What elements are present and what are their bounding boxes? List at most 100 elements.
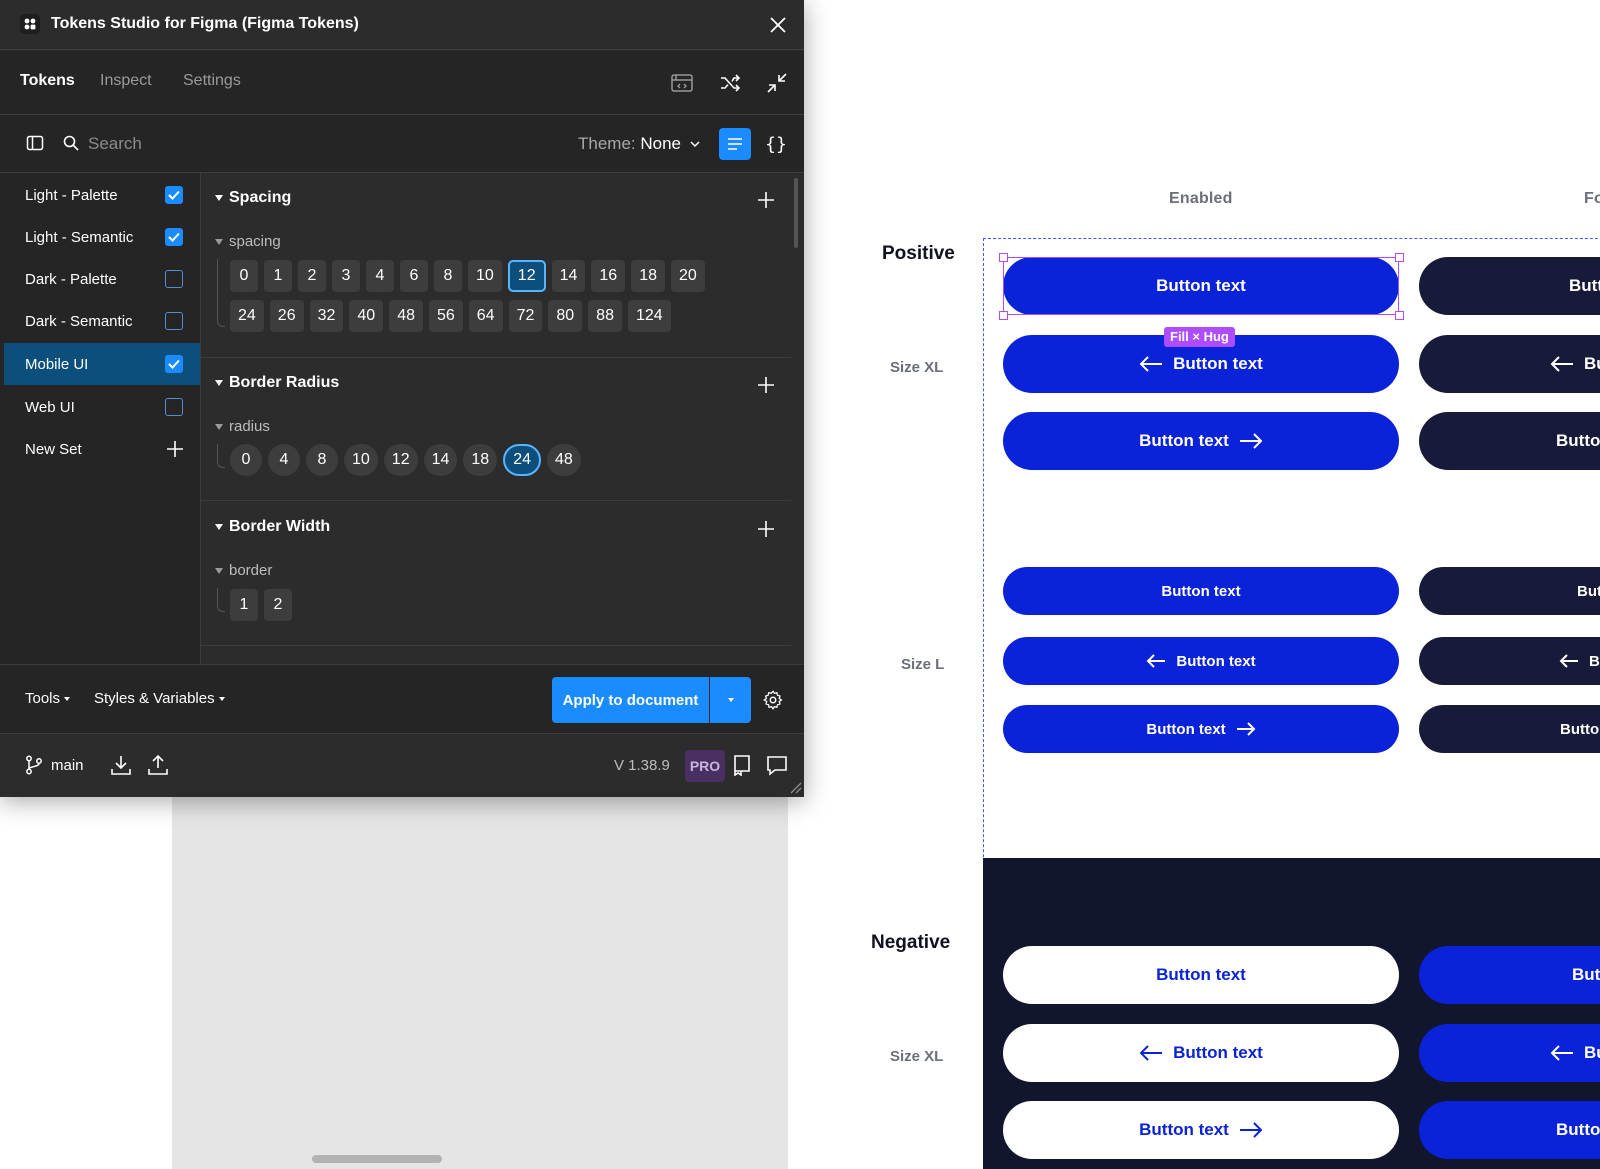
close-icon[interactable] — [767, 14, 789, 36]
plus-icon[interactable] — [756, 519, 776, 539]
token-chip[interactable]: 80 — [548, 300, 583, 332]
subgroup-spacing[interactable]: spacing — [215, 233, 281, 250]
branch-selector[interactable]: main — [25, 755, 84, 775]
token-chip[interactable]: 6 — [400, 260, 428, 292]
resize-handle[interactable] — [1395, 311, 1404, 320]
token-chip[interactable]: 0 — [230, 444, 262, 476]
button-negative-xl-focus-icon-right[interactable]: Butto — [1419, 1101, 1600, 1159]
button-negative-xl-focus[interactable]: Butt — [1419, 946, 1600, 1004]
styles-variables-dropdown[interactable]: Styles & Variables — [94, 690, 225, 707]
token-chip[interactable]: 4 — [268, 444, 300, 476]
set-checkbox[interactable] — [165, 228, 183, 246]
group-header-spacing[interactable]: Spacing — [215, 189, 291, 207]
set-item-mobile-ui[interactable]: Mobile UI — [4, 343, 200, 385]
button-negative-xl-focus-icon-left[interactable]: Bu — [1419, 1024, 1600, 1082]
tab-tokens[interactable]: Tokens — [20, 72, 75, 90]
tab-settings[interactable]: Settings — [183, 72, 241, 90]
token-chip[interactable]: 18 — [631, 260, 665, 292]
group-header-border-radius[interactable]: Border Radius — [215, 374, 339, 392]
token-chip[interactable]: 56 — [428, 300, 463, 332]
preview-icon[interactable] — [669, 70, 695, 96]
token-chip[interactable]: 1 — [264, 260, 292, 292]
subgroup-border[interactable]: border — [215, 562, 272, 579]
token-chip[interactable]: 14 — [551, 260, 586, 292]
search-input[interactable]: Search — [88, 134, 142, 154]
set-item-dark-palette[interactable]: Dark - Palette — [4, 259, 200, 299]
token-chip[interactable]: 4 — [366, 260, 394, 292]
plus-icon[interactable] — [756, 375, 776, 395]
button-negative-xl-icon-right[interactable]: Button text — [1003, 1101, 1399, 1159]
token-chip[interactable]: 88 — [588, 300, 622, 332]
pro-badge[interactable]: PRO — [685, 750, 725, 782]
theme-selector[interactable]: Theme: None — [578, 134, 700, 154]
set-item-light-palette[interactable]: Light - Palette — [4, 175, 200, 215]
token-chip[interactable]: 8 — [306, 444, 338, 476]
token-chip[interactable]: 16 — [591, 260, 626, 292]
docs-icon[interactable] — [731, 754, 753, 776]
token-chip[interactable]: 18 — [463, 444, 498, 476]
json-view-icon[interactable]: {} — [760, 128, 792, 160]
token-chip[interactable]: 48 — [546, 444, 581, 476]
token-chip[interactable]: 3 — [332, 260, 360, 292]
tools-dropdown[interactable]: Tools — [25, 690, 71, 707]
resize-handle[interactable] — [1395, 253, 1404, 262]
download-icon[interactable] — [110, 754, 132, 776]
new-set-button[interactable]: New Set — [4, 429, 200, 469]
token-chip[interactable]: 24 — [230, 300, 264, 332]
set-checkbox[interactable] — [165, 312, 183, 330]
token-chip[interactable]: 26 — [269, 300, 304, 332]
list-view-icon[interactable] — [719, 128, 751, 160]
plugin-titlebar[interactable]: Tokens Studio for Figma (Figma Tokens) — [0, 0, 804, 50]
token-chip[interactable]: 14 — [423, 444, 458, 476]
token-chip[interactable]: 64 — [468, 300, 503, 332]
button-negative-xl[interactable]: Button text — [1003, 946, 1399, 1004]
set-item-web-ui[interactable]: Web UI — [4, 387, 200, 427]
button-positive-l-icon-right[interactable]: Button text — [1003, 705, 1399, 753]
token-chip[interactable]: 48 — [389, 300, 423, 332]
button-positive-l-icon-left[interactable]: Button text — [1003, 637, 1399, 685]
token-chip[interactable]: 40 — [349, 300, 384, 332]
upload-icon[interactable] — [147, 754, 169, 776]
token-chip[interactable]: 2 — [298, 260, 326, 292]
vertical-scrollbar[interactable] — [794, 178, 798, 248]
token-chip[interactable]: 8 — [434, 260, 462, 292]
minimize-icon[interactable] — [764, 70, 790, 96]
token-chip[interactable]: 10 — [344, 444, 378, 476]
token-chip[interactable]: 10 — [468, 260, 502, 292]
token-chip[interactable]: 72 — [508, 300, 543, 332]
button-positive-xl-focus-icon-left[interactable]: Bu — [1419, 335, 1600, 393]
button-positive-l-focus-icon-right[interactable]: Butto — [1419, 705, 1600, 753]
button-positive-xl-icon-right[interactable]: Button text — [1003, 412, 1399, 470]
resize-handle[interactable] — [999, 311, 1008, 320]
token-chip[interactable]: 124 — [627, 300, 671, 332]
token-chip[interactable]: 24 — [503, 444, 541, 476]
horizontal-scrollbar[interactable] — [312, 1155, 442, 1163]
gear-icon[interactable] — [762, 689, 784, 711]
token-chip[interactable]: 0 — [230, 260, 258, 292]
button-positive-l-focus[interactable]: But — [1419, 567, 1600, 615]
apply-to-document-button[interactable]: Apply to document — [552, 677, 709, 723]
button-positive-l-focus-icon-left[interactable]: Bu — [1419, 637, 1600, 685]
token-chip[interactable]: 12 — [383, 444, 418, 476]
subgroup-radius[interactable]: radius — [215, 418, 270, 435]
token-chip[interactable]: 32 — [309, 300, 344, 332]
button-positive-xl[interactable]: Button text — [1003, 257, 1399, 315]
token-chip[interactable]: 1 — [230, 589, 258, 621]
set-item-light-semantic[interactable]: Light - Semantic — [4, 217, 200, 257]
shuffle-icon[interactable] — [718, 70, 744, 96]
resize-handle[interactable] — [999, 253, 1008, 262]
token-chip[interactable]: 2 — [264, 589, 292, 621]
button-positive-l[interactable]: Button text — [1003, 567, 1399, 615]
set-checkbox[interactable] — [165, 270, 183, 288]
plus-icon[interactable] — [756, 190, 776, 210]
set-item-dark-semantic[interactable]: Dark - Semantic — [4, 301, 200, 341]
token-chip[interactable]: 12 — [507, 260, 546, 292]
apply-options-button[interactable] — [710, 677, 751, 723]
set-checkbox[interactable] — [165, 398, 183, 416]
sidebar-toggle-icon[interactable] — [26, 134, 44, 152]
resize-grip-icon[interactable] — [788, 780, 802, 794]
feedback-icon[interactable] — [766, 754, 788, 776]
group-header-border-width[interactable]: Border Width — [215, 518, 330, 536]
button-positive-xl-focus[interactable]: Butt — [1419, 257, 1600, 315]
button-positive-xl-focus-icon-right[interactable]: Butto — [1419, 412, 1600, 470]
